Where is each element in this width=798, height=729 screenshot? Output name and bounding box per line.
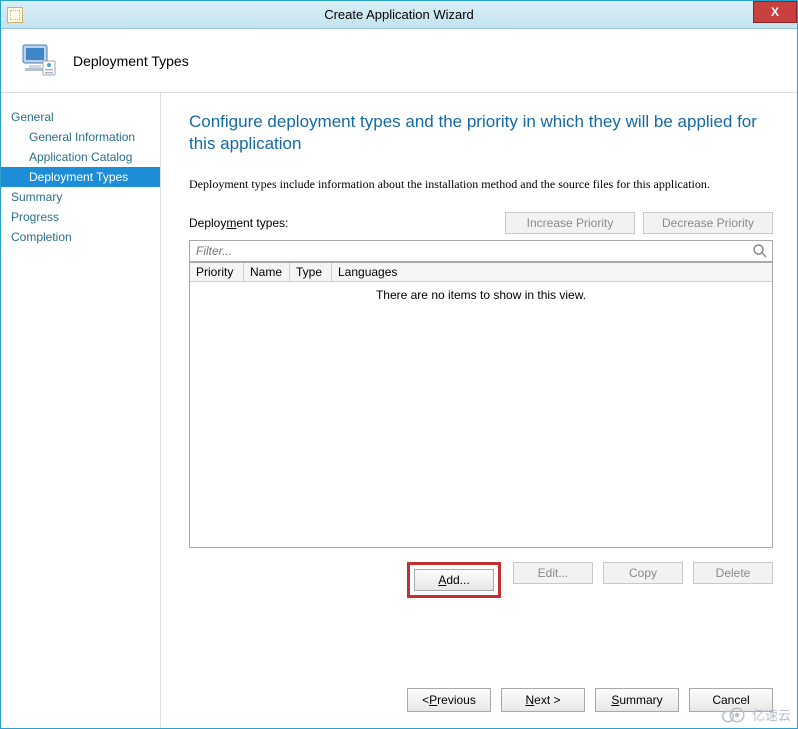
close-button[interactable]: X (753, 1, 797, 23)
wizard-icon (19, 41, 59, 81)
col-languages[interactable]: Languages (332, 263, 772, 281)
deployment-types-grid[interactable]: Priority Name Type Languages There are n… (189, 262, 773, 548)
deployment-types-label: Deployment types: (189, 216, 288, 230)
col-type[interactable]: Type (290, 263, 332, 281)
empty-text: There are no items to show in this view. (376, 288, 586, 302)
col-priority[interactable]: Priority (190, 263, 244, 281)
nav-label: General (11, 110, 54, 124)
nav-general-information[interactable]: General Information (1, 127, 160, 147)
button-label: Edit... (538, 566, 569, 580)
cancel-button[interactable]: Cancel (689, 688, 773, 712)
add-highlight: Add... (407, 562, 501, 598)
filter-input[interactable] (194, 241, 748, 261)
close-icon: X (771, 5, 779, 19)
nav-label: Progress (11, 210, 59, 224)
button-label: Delete (716, 566, 751, 580)
previous-button[interactable]: < Previous (407, 688, 491, 712)
nav-completion[interactable]: Completion (1, 227, 160, 247)
wizard-body: General General Information Application … (1, 93, 797, 728)
filter-box (189, 240, 773, 262)
grid-empty: There are no items to show in this view. (190, 282, 772, 547)
add-button[interactable]: Add... (414, 569, 494, 591)
col-name[interactable]: Name (244, 263, 290, 281)
nav-label: Deployment Types (29, 170, 128, 184)
nav-application-catalog[interactable]: Application Catalog (1, 147, 160, 167)
grid-actions: Add... Edit... Copy Delete (189, 562, 773, 598)
nav-label: Application Catalog (29, 150, 132, 164)
edit-button[interactable]: Edit... (513, 562, 593, 584)
button-label: Increase Priority (527, 216, 614, 230)
main-panel: Configure deployment types and the prior… (161, 93, 797, 728)
nav-label: Summary (11, 190, 62, 204)
banner-title: Deployment Types (73, 53, 189, 69)
next-button[interactable]: Next > (501, 688, 585, 712)
nav-summary[interactable]: Summary (1, 187, 160, 207)
nav-label: Completion (11, 230, 72, 244)
grid-header: Priority Name Type Languages (190, 263, 772, 282)
search-icon (752, 243, 768, 259)
deployment-row: Deployment types: Increase Priority Decr… (189, 212, 773, 234)
nav-general[interactable]: General (1, 107, 160, 127)
priority-buttons: Increase Priority Decrease Priority (505, 212, 773, 234)
delete-button[interactable]: Delete (693, 562, 773, 584)
titlebar: Create Application Wizard X (1, 1, 797, 29)
summary-button[interactable]: Summary (595, 688, 679, 712)
copy-button[interactable]: Copy (603, 562, 683, 584)
button-label: Cancel (712, 693, 749, 707)
increase-priority-button[interactable]: Increase Priority (505, 212, 635, 234)
sidebar: General General Information Application … (1, 93, 161, 728)
decrease-priority-button[interactable]: Decrease Priority (643, 212, 773, 234)
banner: Deployment Types (1, 29, 797, 93)
app-icon (7, 7, 23, 23)
button-label: Decrease Priority (662, 216, 754, 230)
button-label: Copy (629, 566, 657, 580)
nav-progress[interactable]: Progress (1, 207, 160, 227)
page-description: Deployment types include information abo… (189, 177, 773, 192)
page-heading: Configure deployment types and the prior… (189, 111, 773, 155)
wizard-window: Create Application Wizard X Deployment T… (0, 0, 798, 729)
wizard-footer: < Previous Next > Summary Cancel (189, 648, 773, 712)
nav-label: General Information (29, 130, 135, 144)
nav-deployment-types[interactable]: Deployment Types (1, 167, 160, 187)
window-title: Create Application Wizard (324, 7, 474, 22)
